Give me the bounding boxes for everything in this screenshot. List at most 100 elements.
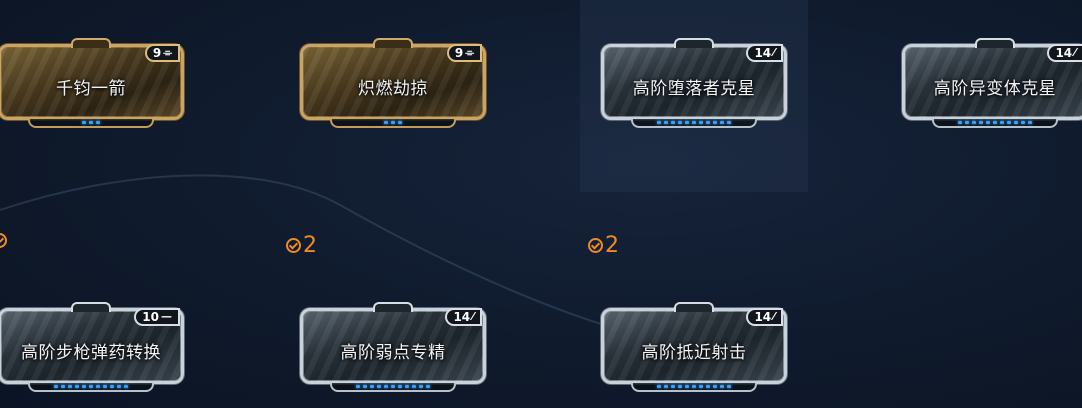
check-circle-icon [286, 238, 301, 253]
mod-drain-badge: 14 ⁄ [746, 44, 783, 62]
equipped-count-badge: 2 [588, 233, 619, 258]
rank-dot [75, 385, 79, 388]
rank-dot [1007, 121, 1011, 124]
rank-dot [979, 121, 983, 124]
rank-dot [993, 121, 997, 124]
mod-top-ornament [373, 302, 413, 312]
rank-dot [706, 121, 710, 124]
naramon-polarity-icon: ⁄ [773, 46, 775, 59]
rank-dot [1021, 121, 1025, 124]
mod-drain-badge: 14 ⁄ [746, 308, 783, 326]
mod-card[interactable]: 14 ⁄ 高阶抵近射击 [601, 300, 787, 392]
mod-name: 高阶弱点专精 [340, 343, 446, 363]
mod-name: 高阶异变体克星 [933, 79, 1057, 99]
mod-drain-value: 14 [754, 46, 772, 60]
equipped-count: 2 [303, 233, 317, 258]
equipped-count-badge: 2 [286, 233, 317, 258]
mod-rank-bar [631, 383, 757, 392]
mod-rank-bar [28, 119, 154, 128]
rank-dot [1014, 121, 1018, 124]
rank-dot [671, 385, 675, 388]
rank-dot [720, 121, 724, 124]
rank-dot [377, 385, 381, 388]
rank-dot [398, 121, 402, 124]
vazarin-polarity-icon: — [161, 310, 172, 323]
rank-dot [89, 385, 93, 388]
mod-card[interactable]: 14 ⁄ 高阶弱点专精 [300, 300, 486, 392]
rank-dot [398, 385, 402, 388]
rank-dot [657, 385, 661, 388]
mod-name: 高阶堕落者克星 [632, 79, 756, 99]
rank-dot [426, 385, 430, 388]
rank-dot [685, 121, 689, 124]
mod-rank-bar [330, 119, 456, 128]
mod-drain-badge: 9 ⌯ [144, 44, 180, 62]
rank-dot [96, 385, 100, 388]
rank-dot [664, 121, 668, 124]
rank-dot [965, 121, 969, 124]
rank-dot [1028, 121, 1032, 124]
mod-drain-value: 14 [754, 310, 772, 324]
rank-dot [986, 121, 990, 124]
mod-card[interactable]: 14 ⁄ 高阶异变体克星 [902, 36, 1082, 128]
mod-top-ornament [674, 38, 714, 48]
rank-dot [89, 121, 93, 124]
rank-dot [363, 385, 367, 388]
mod-drain-value: 14 [453, 310, 471, 324]
rank-dot [713, 121, 717, 124]
mod-top-ornament [674, 302, 714, 312]
rank-dot [82, 121, 86, 124]
equipped-count: 2 [605, 233, 619, 258]
rank-dot [82, 385, 86, 388]
mod-card[interactable]: 9 ⌯ 炽燃劫掠 [300, 36, 486, 128]
rank-dot [356, 385, 360, 388]
mod-name: 千钧一箭 [56, 79, 126, 99]
rank-dot [68, 385, 72, 388]
rank-dot [384, 121, 388, 124]
rank-dot [657, 121, 661, 124]
mod-card[interactable]: 14 ⁄ 高阶堕落者克星 [601, 36, 787, 128]
rank-dot [370, 385, 374, 388]
rank-dot [96, 121, 100, 124]
check-circle-icon [0, 233, 7, 248]
rank-dot [117, 385, 121, 388]
rank-dot [727, 385, 731, 388]
mod-top-ornament [71, 302, 111, 312]
madurai-polarity-icon: ⌯ [465, 46, 474, 59]
rank-dot [699, 385, 703, 388]
mod-drain-value: 10 [142, 310, 159, 324]
mod-name: 高阶步枪弹药转换 [21, 343, 161, 363]
mod-rank-bar [631, 119, 757, 128]
rank-dot [678, 385, 682, 388]
rank-dot [110, 385, 114, 388]
naramon-polarity-icon: ⁄ [1074, 46, 1076, 59]
check-circle-icon [588, 238, 603, 253]
rank-dot [692, 385, 696, 388]
rank-dot [671, 121, 675, 124]
rank-dot [706, 385, 710, 388]
madurai-polarity-icon: ⌯ [163, 46, 172, 59]
rank-dot [972, 121, 976, 124]
rank-dot [61, 385, 65, 388]
mod-rank-bar [28, 383, 154, 392]
mod-top-ornament [373, 38, 413, 48]
mod-drain-badge: 14 ⁄ [445, 308, 482, 326]
mod-drain-badge: 9 ⌯ [446, 44, 482, 62]
equipped-count-badge [0, 233, 9, 248]
mod-card[interactable]: 10 — 高阶步枪弹药转换 [0, 300, 184, 392]
mod-name: 炽燃劫掠 [358, 79, 428, 99]
mod-drain-value: 9 [454, 46, 464, 60]
rank-dot [727, 121, 731, 124]
rank-dot [384, 385, 388, 388]
rank-dot [1000, 121, 1004, 124]
mod-name: 高阶抵近射击 [641, 343, 747, 363]
rank-dot [678, 121, 682, 124]
mod-drain-value: 9 [152, 46, 162, 60]
mod-drain-badge: 14 ⁄ [1047, 44, 1082, 62]
mod-rank-bar [330, 383, 456, 392]
mod-top-ornament [71, 38, 111, 48]
naramon-polarity-icon: ⁄ [472, 310, 474, 323]
mod-card[interactable]: 9 ⌯ 千钧一箭 [0, 36, 184, 128]
mod-top-ornament [975, 38, 1015, 48]
rank-dot [720, 385, 724, 388]
